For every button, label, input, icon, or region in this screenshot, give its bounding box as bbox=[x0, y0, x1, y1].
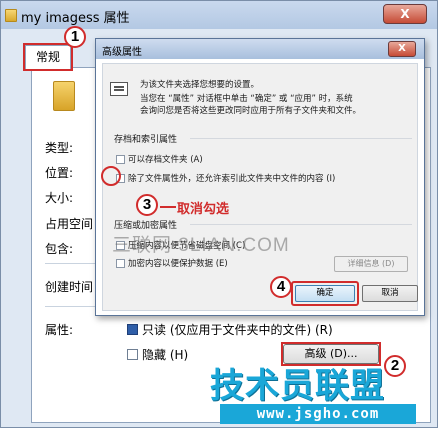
window-close-button[interactable]: X bbox=[383, 4, 427, 24]
folder-icon bbox=[5, 9, 17, 22]
group-divider bbox=[190, 138, 412, 139]
group-divider bbox=[190, 224, 412, 225]
type-label: 类型: bbox=[45, 141, 74, 155]
cancel-button[interactable]: 取消 bbox=[362, 285, 418, 302]
tab-highlight-frame bbox=[23, 43, 73, 71]
created-label: 创建时间 bbox=[45, 280, 94, 294]
intro-text-line2: 当您在 “属性” 对话框中单击 “确定” 或 “应用” 时，系统 bbox=[140, 94, 353, 104]
hidden-checkbox[interactable] bbox=[127, 349, 138, 360]
readonly-checkbox[interactable] bbox=[127, 324, 138, 335]
encrypt-label: 加密内容以便保护数据 (E) bbox=[128, 259, 228, 269]
properties-icon bbox=[110, 82, 128, 96]
ok-button-highlight bbox=[291, 281, 359, 306]
index-checkbox-row[interactable]: 除了文件属性外，还允许索引此文件夹中文件的内容 (I) bbox=[116, 172, 335, 184]
archive-group-label: 存档和索引属性 bbox=[114, 135, 178, 145]
details-button[interactable]: 详细信息 (D) bbox=[334, 256, 408, 272]
intro-text-line3: 会询问您是否将这些更改同时应用于所有子文件夹和文件。 bbox=[140, 106, 362, 116]
readonly-label: 只读 (仅应用于文件夹中的文件) (R) bbox=[142, 323, 333, 337]
index-checkbox-highlight bbox=[101, 166, 121, 186]
dialog-title-bar: 高级属性 X bbox=[96, 39, 424, 59]
dialog-title: 高级属性 bbox=[102, 47, 142, 58]
window-title-bar: my imagess 属性 X bbox=[1, 1, 437, 29]
intro-text-line1: 为该文件夹选择您想要的设置。 bbox=[140, 80, 260, 90]
archive-checkbox[interactable] bbox=[116, 154, 125, 164]
readonly-checkbox-row[interactable]: 只读 (仅应用于文件夹中的文件) (R) bbox=[127, 321, 333, 338]
size-label: 大小: bbox=[45, 191, 74, 205]
archive-label: 可以存档文件夹 (A) bbox=[128, 155, 203, 165]
window-title: my imagess 属性 bbox=[21, 11, 130, 26]
dialog-close-button[interactable]: X bbox=[388, 41, 416, 57]
arrow-icon bbox=[160, 206, 176, 208]
step-1-badge: 1 bbox=[64, 26, 86, 48]
hidden-label: 隐藏 (H) bbox=[142, 348, 189, 362]
brand-watermark: 技术员联盟 bbox=[210, 366, 385, 406]
url-watermark: www.jsgho.com bbox=[220, 404, 416, 424]
hidden-checkbox-row[interactable]: 隐藏 (H) bbox=[127, 346, 188, 363]
attributes-label: 属性: bbox=[45, 323, 74, 337]
large-folder-icon bbox=[53, 81, 75, 111]
step-3-badge: 3 bbox=[136, 194, 158, 216]
size-on-disk-label: 占用空间 bbox=[45, 217, 94, 231]
contains-label: 包含: bbox=[45, 242, 74, 256]
encrypt-checkbox-row[interactable]: 加密内容以便保护数据 (E) bbox=[116, 257, 228, 269]
archive-checkbox-row[interactable]: 可以存档文件夹 (A) bbox=[116, 153, 203, 165]
index-label: 除了文件属性外，还允许索引此文件夹中文件的内容 (I) bbox=[128, 174, 336, 184]
step-2-badge: 2 bbox=[384, 355, 406, 377]
location-label: 位置: bbox=[45, 166, 74, 180]
site-watermark: 三联网 3LIAN.COM bbox=[112, 235, 290, 256]
encrypt-checkbox[interactable] bbox=[116, 258, 125, 268]
uncheck-note: 取消勾选 bbox=[177, 202, 230, 217]
step-4-badge: 4 bbox=[270, 276, 292, 298]
